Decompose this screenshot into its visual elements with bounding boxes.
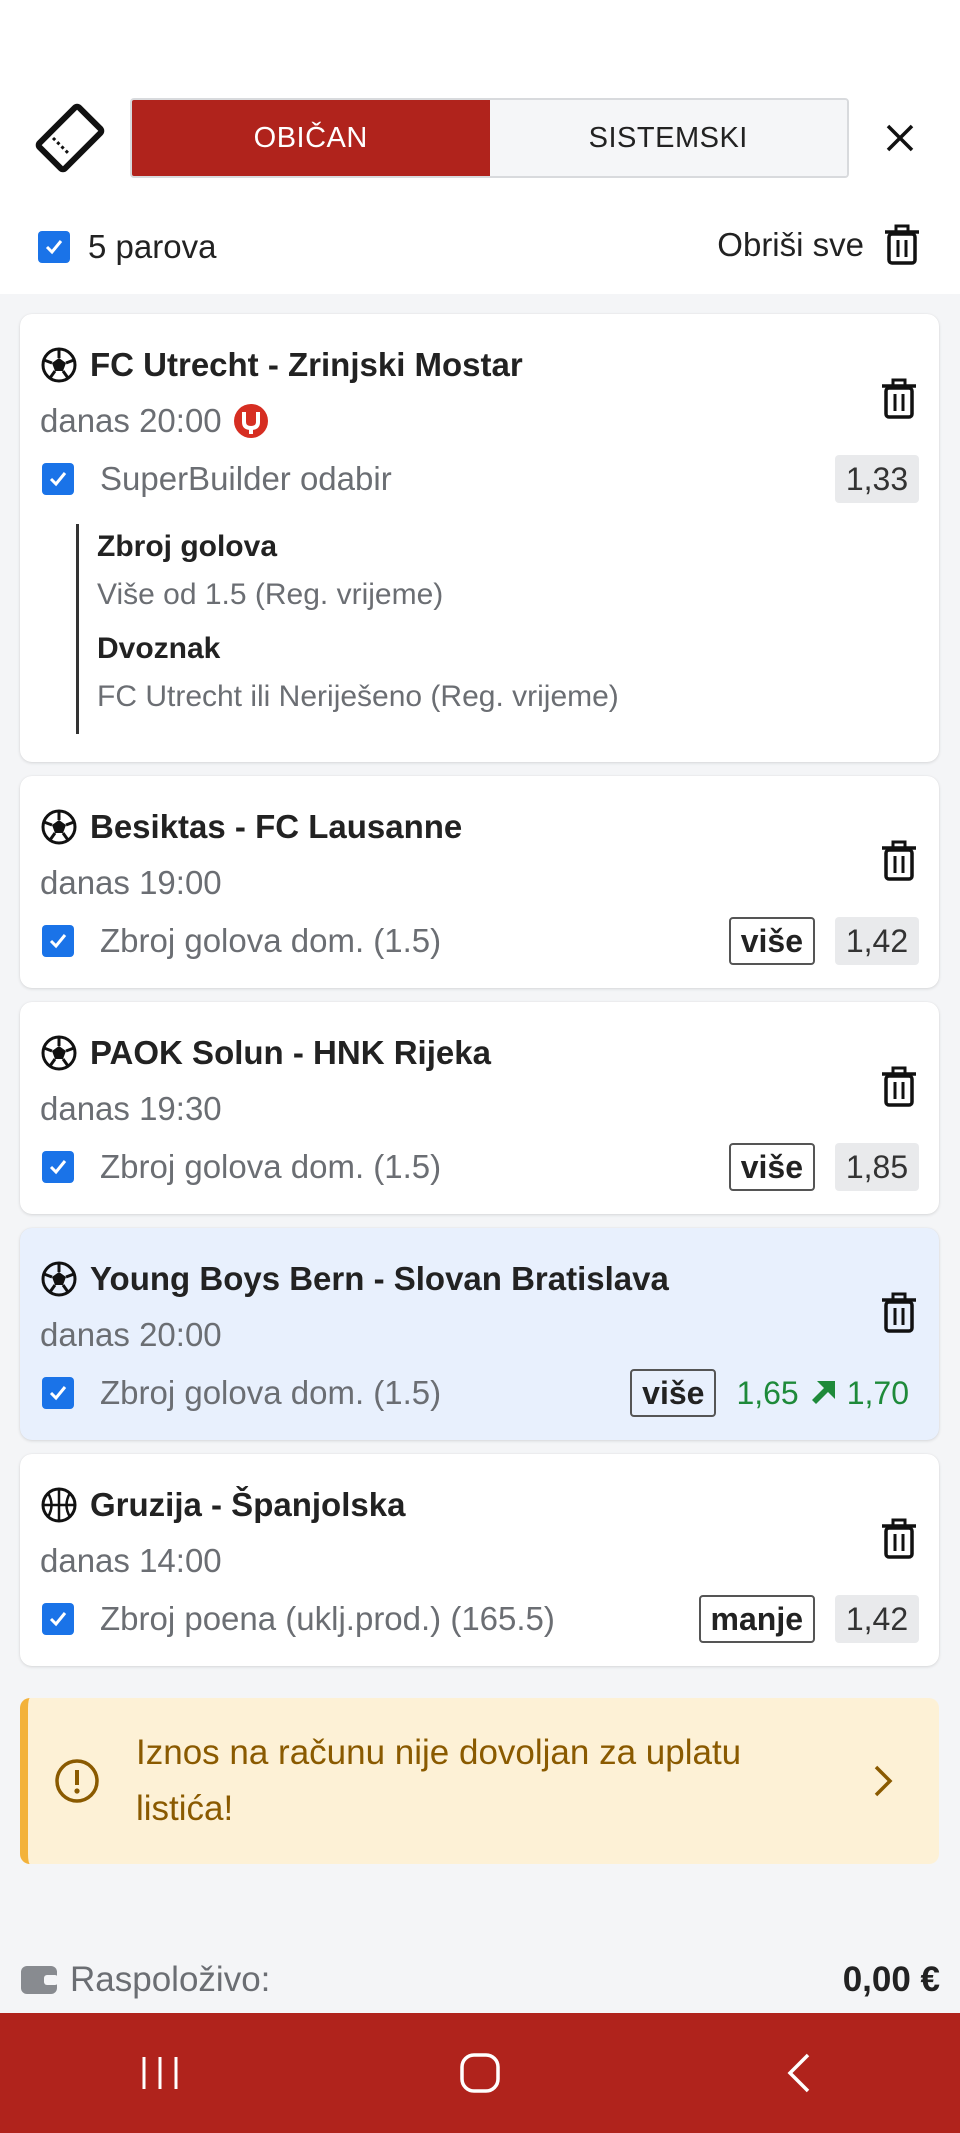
bet-card: Young Boys Bern - Slovan Bratislava dana… [20, 1228, 939, 1440]
bet-card: Gruzija - Španjolska danas 14:00 Zbroj p… [20, 1454, 939, 1666]
selection-label: SuperBuilder odabir [100, 460, 392, 497]
insufficient-funds-warning[interactable]: Iznos na računu nije dovoljan za uplatu … [20, 1698, 939, 1864]
selection-checkbox[interactable] [42, 925, 74, 957]
checkmark-icon [49, 934, 67, 949]
match-time: danas 19:00 [40, 864, 222, 901]
select-all-checkbox[interactable] [38, 231, 70, 263]
builder-market-value: FC Utrecht ili Neriješeno (Reg. vrijeme) [97, 680, 619, 713]
trash-icon[interactable] [881, 840, 917, 882]
selection-row: Zbroj golova dom. (1.5) više 1,42 [42, 916, 919, 966]
checkmark-icon [49, 1386, 67, 1401]
balance-value: 0,00 € [842, 1960, 940, 1999]
superbuilder-details: Zbroj golova Više od 1.5 (Reg. vrijeme) … [76, 524, 916, 734]
system-nav-bar [0, 2013, 960, 2133]
selection-checkbox[interactable] [42, 463, 74, 495]
trash-icon [885, 224, 919, 265]
match-name: PAOK Solun - HNK Rijeka [90, 1034, 491, 1071]
selection-label: Zbroj golova dom. (1.5) [100, 1374, 442, 1411]
selection-checkbox[interactable] [42, 1377, 74, 1409]
alert-icon [55, 1759, 99, 1803]
match-time: danas 19:30 [40, 1090, 222, 1127]
football-icon [41, 347, 77, 383]
selection-tag: više [630, 1369, 717, 1417]
selection-label: Zbroj golova dom. (1.5) [100, 1148, 442, 1185]
wallet-icon [21, 1966, 58, 1994]
home-icon [460, 2053, 500, 2093]
match-time-label: danas 20:00 [40, 402, 222, 439]
odds-value: 1,42 [835, 1595, 919, 1643]
clear-all-button[interactable]: Obriši sve [717, 224, 920, 266]
football-icon [41, 1261, 77, 1297]
football-icon [41, 1035, 77, 1071]
checkmark-icon [49, 1160, 67, 1175]
selection-row: SuperBuilder odabir 1,33 [42, 454, 919, 504]
odds-old: 1,65 [736, 1374, 799, 1411]
arrow-up-right-icon [811, 1381, 835, 1404]
builder-market-title: Zbroj golova [97, 530, 277, 563]
checkmark-icon [49, 1612, 67, 1627]
tab-sistemski[interactable]: SISTEMSKI [489, 100, 847, 176]
basketball-icon [41, 1487, 77, 1523]
selection-label: Zbroj golova dom. (1.5) [100, 922, 442, 959]
superbuilder-icon [233, 404, 268, 438]
match-time: danas 20:00 [40, 402, 270, 440]
match-name: Young Boys Bern - Slovan Bratislava [90, 1260, 669, 1297]
selection-tag: više [728, 1143, 815, 1191]
bet-type-switch: OBIČAN SISTEMSKI [130, 98, 849, 178]
bet-card: PAOK Solun - HNK Rijeka danas 19:30 Zbro… [20, 1002, 939, 1214]
back-icon [787, 2053, 810, 2093]
ticket-icon [35, 103, 105, 173]
recent-apps-button[interactable] [120, 2043, 200, 2103]
tab-obican[interactable]: OBIČAN [132, 100, 490, 176]
match-time: danas 14:00 [40, 1542, 222, 1579]
builder-market-value: Više od 1.5 (Reg. vrijeme) [97, 578, 444, 611]
match-time: danas 20:00 [40, 1316, 222, 1353]
football-icon [41, 809, 77, 845]
warning-text: Iznos na računu nije dovoljan za uplatu … [136, 1733, 742, 1828]
match-name: FC Utrecht - Zrinjski Mostar [90, 346, 523, 383]
odds-change: 1,65 1,70 [736, 1375, 919, 1412]
clear-all-label: Obriši sve [717, 226, 864, 263]
selection-row: Zbroj poena (uklj.prod.) (165.5) manje 1… [42, 1594, 919, 1644]
selection-checkbox[interactable] [42, 1151, 74, 1183]
selection-row: Zbroj golova dom. (1.5) više 1,65 1,70 [42, 1368, 919, 1418]
selection-row: Zbroj golova dom. (1.5) više 1,85 [42, 1142, 919, 1192]
odds-value: 1,85 [835, 1143, 919, 1191]
trash-icon[interactable] [881, 378, 917, 420]
trash-icon[interactable] [881, 1292, 917, 1334]
match-name: Besiktas - FC Lausanne [90, 808, 463, 845]
checkmark-icon [45, 240, 63, 255]
trash-icon[interactable] [881, 1066, 917, 1108]
selection-tag: manje [698, 1595, 815, 1643]
match-name: Gruzija - Španjolska [90, 1486, 406, 1523]
bet-card: FC Utrecht - Zrinjski Mostar danas 20:00… [20, 314, 939, 762]
balance-row: Raspoloživo: 0,00 € [20, 1955, 940, 2005]
builder-market-title: Dvoznak [97, 632, 221, 665]
balance-label: Raspoloživo: [70, 1960, 271, 1999]
selection-checkbox[interactable] [42, 1603, 74, 1635]
home-button[interactable] [440, 2043, 520, 2103]
back-button[interactable] [760, 2043, 840, 2103]
odds-value: 1,42 [835, 917, 919, 965]
odds-new: 1,70 [846, 1374, 909, 1411]
bet-card: Besiktas - FC Lausanne danas 19:00 Zbroj… [20, 776, 939, 988]
pairs-count: 5 parova [88, 228, 217, 265]
select-all-row: 5 parova [38, 228, 216, 266]
odds-value: 1,33 [835, 455, 919, 503]
bet-slip-header: OBIČAN SISTEMSKI 5 parova Obriši sve [0, 0, 960, 294]
selection-label: Zbroj poena (uklj.prod.) (165.5) [100, 1600, 555, 1637]
recent-apps-icon [142, 2057, 178, 2089]
selection-tag: više [728, 917, 815, 965]
trash-icon[interactable] [881, 1518, 917, 1560]
chevron-right-icon [874, 1765, 893, 1797]
checkmark-icon [49, 472, 67, 487]
close-icon[interactable] [880, 118, 920, 158]
